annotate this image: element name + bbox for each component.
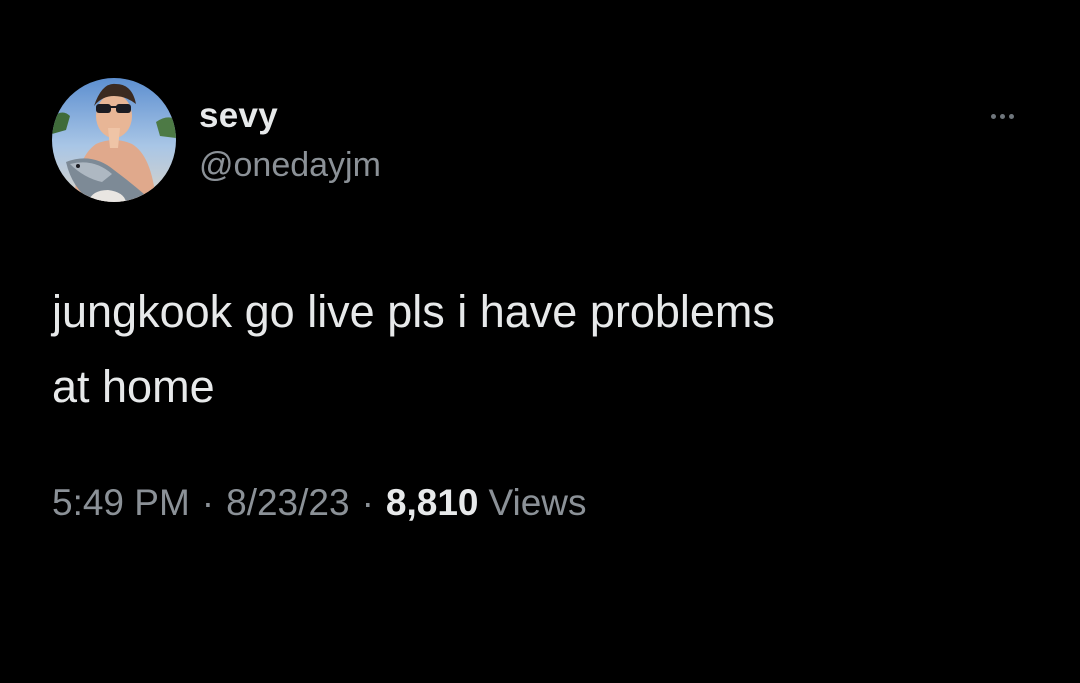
tweet-time[interactable]: 5:49 PM: [52, 482, 190, 524]
meta-separator: ·: [361, 482, 374, 523]
author-display-name[interactable]: sevy: [199, 96, 278, 136]
tweet-date[interactable]: 8/23/23: [226, 482, 349, 524]
ellipsis-icon-dot: [999, 113, 1005, 119]
profile-photo-icon: [52, 78, 176, 202]
ellipsis-icon: [990, 113, 996, 119]
views-count[interactable]: 8,810: [386, 482, 479, 524]
more-options-button[interactable]: [980, 104, 1024, 128]
views-label[interactable]: Views: [489, 482, 587, 524]
avatar[interactable]: [52, 78, 176, 202]
tweet-card: sevy @onedayjm jungkook go live pls i ha…: [0, 0, 1080, 683]
tweet-text: jungkook go live pls i have problems at …: [52, 286, 775, 412]
tweet-meta: 5:49 PM · 8/23/23 · 8,810 Views: [52, 482, 587, 524]
author-handle[interactable]: @onedayjm: [199, 146, 381, 185]
ellipsis-icon-dot: [1008, 113, 1014, 119]
meta-separator: ·: [201, 482, 215, 523]
